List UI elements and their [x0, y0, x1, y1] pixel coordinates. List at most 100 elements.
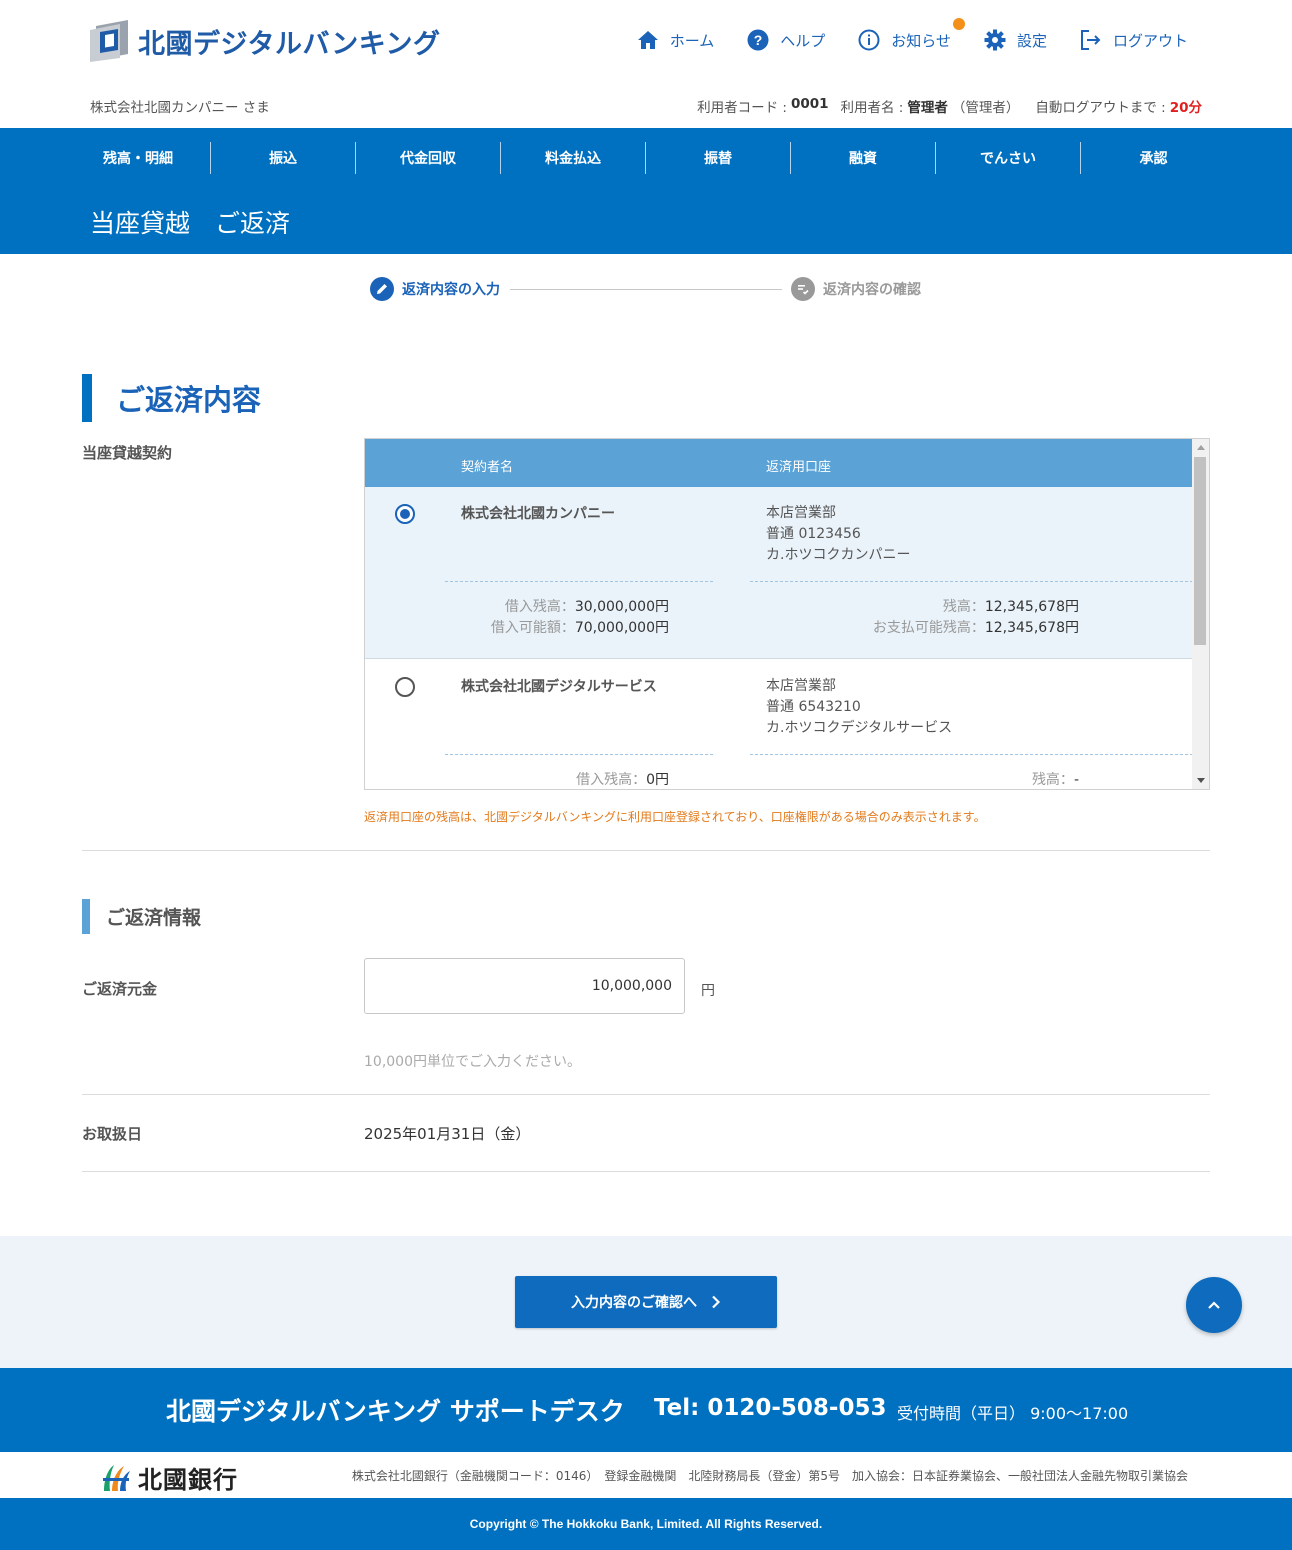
account-holder: カ.ホツコクカンパニー	[766, 547, 911, 563]
menu-loan[interactable]: 融資	[791, 142, 936, 174]
payable-balance: 12,345,678円	[984, 620, 1079, 636]
col-contractor: 契約者名	[461, 460, 514, 475]
loan-balance: 30,000,000円	[574, 599, 669, 615]
back-to-top-button[interactable]	[1186, 1277, 1242, 1333]
nav-settings[interactable]: 設定	[983, 28, 1047, 52]
balance: 12,345,678円	[984, 599, 1079, 615]
menu-collection[interactable]: 代金回収	[356, 142, 501, 174]
date-label: お取扱日	[82, 1125, 143, 1143]
auto-logout-timer: 20分	[1169, 100, 1202, 116]
table-row[interactable]: 株式会社北國デジタルサービス 本店営業部 普通 6543210 カ.ホツコクデジ…	[365, 660, 1193, 789]
principal-label: ご返済元金	[82, 980, 158, 998]
nav-help-label: ヘルプ	[780, 31, 826, 50]
home-icon	[636, 28, 660, 52]
step-confirm: 返済内容の確認	[791, 277, 921, 301]
divider	[750, 581, 1193, 582]
account-number: 普通 0123456	[766, 526, 861, 542]
menu-payment[interactable]: 料金払込	[501, 142, 646, 174]
contract-label: 当座貸越契約	[82, 444, 173, 462]
account-amounts: 残高：-	[1032, 770, 1079, 789]
logout-icon	[1079, 28, 1103, 52]
balance-label: 残高：	[942, 599, 985, 615]
repay-account: 本店営業部 普通 0123456 カ.ホツコクカンパニー	[766, 503, 910, 566]
principal-input[interactable]	[364, 958, 685, 1014]
contractor-name: 株式会社北國カンパニー	[461, 506, 615, 522]
stepper: 返済内容の入力 返済内容の確認	[370, 277, 930, 301]
user-code-label: 利用者コード :	[697, 100, 787, 116]
main-navigation: 残高・明細 振込 代金回収 料金払込 振替 融資 でんさい 承認	[66, 142, 1226, 174]
scroll-down-icon[interactable]	[1197, 778, 1205, 783]
support-tel[interactable]: Tel: 0120-508-053	[654, 1395, 886, 1421]
menu-transfer[interactable]: 振込	[211, 142, 356, 174]
menu-account-transfer[interactable]: 振替	[646, 142, 791, 174]
divider	[82, 850, 1210, 851]
pencil-icon	[370, 277, 394, 301]
divider	[82, 1094, 1210, 1095]
col-repay-account: 返済用口座	[766, 460, 832, 475]
divider	[445, 581, 713, 582]
user-name-label: 利用者名 :	[840, 100, 904, 116]
company-name: 株式会社北國カンパニー さま	[90, 100, 270, 116]
branch: 本店営業部	[766, 505, 836, 521]
user-name: 管理者	[907, 100, 948, 116]
confirm-list-icon	[791, 277, 815, 301]
user-info: 利用者コード : 0001 利用者名 : 管理者 （管理者） 自動ログアウトまで…	[697, 96, 1202, 116]
divider	[445, 754, 713, 755]
contract-radio[interactable]	[395, 504, 415, 524]
user-code: 0001	[790, 96, 829, 112]
action-area: 入力内容のご確認へ	[0, 1236, 1292, 1368]
logo[interactable]: 北國デジタルバンキング	[88, 20, 441, 62]
nav-help[interactable]: ? ヘルプ	[746, 28, 825, 52]
top-navigation: ホーム ? ヘルプ お知らせ 設定 ログアウト	[604, 18, 1188, 52]
confirm-button[interactable]: 入力内容のご確認へ	[515, 1276, 777, 1328]
copyright: Copyright © The Hokkoku Bank, Limited. A…	[0, 1498, 1292, 1550]
menu-approval[interactable]: 承認	[1081, 142, 1226, 174]
header: 北國デジタルバンキング ホーム ? ヘルプ お知らせ 設定 ログアウト 株式会社…	[0, 0, 1292, 128]
table-header: 契約者名 返済用口座	[365, 439, 1193, 487]
bank-info-bar: 北國銀行 株式会社北國銀行（金融機関コード：0146） 登録金融機関 北陸財務局…	[0, 1452, 1292, 1498]
main-band: 残高・明細 振込 代金回収 料金払込 振替 融資 でんさい 承認 当座貸越 ご返…	[0, 128, 1292, 254]
scroll-thumb[interactable]	[1194, 457, 1206, 645]
divider	[82, 1171, 1210, 1172]
account-holder: カ.ホツコクデジタルサービス	[766, 720, 953, 736]
nav-home[interactable]: ホーム	[636, 28, 714, 52]
nav-logout[interactable]: ログアウト	[1079, 28, 1188, 52]
support-desk-bar: 北國デジタルバンキング サポートデスク Tel: 0120-508-053 受付…	[0, 1368, 1292, 1452]
logo-mark-icon	[90, 20, 128, 62]
step-input: 返済内容の入力	[370, 277, 500, 301]
notification-dot	[952, 18, 965, 30]
chevron-up-icon	[1208, 1301, 1220, 1309]
table-row[interactable]: 株式会社北國カンパニー 本店営業部 普通 0123456 カ.ホツコクカンパニー…	[365, 487, 1193, 659]
menu-balance[interactable]: 残高・明細	[66, 142, 211, 174]
principal-hint: 10,000円単位でご入力ください。	[364, 1054, 581, 1070]
user-role: （管理者）	[951, 100, 1020, 116]
heading-bar	[82, 899, 90, 934]
menu-densai[interactable]: でんさい	[936, 142, 1081, 174]
loan-amounts: 借入残高：0円	[576, 770, 669, 789]
payable-label: お支払可能残高：	[872, 620, 985, 636]
page-title: 当座貸越 ご返済	[90, 209, 291, 238]
info-icon	[857, 28, 881, 52]
nav-settings-label: 設定	[1016, 31, 1047, 50]
nav-logout-label: ログアウト	[1112, 31, 1188, 50]
contract-radio[interactable]	[395, 677, 415, 697]
bank-legal-info: 株式会社北國銀行（金融機関コード：0146） 登録金融機関 北陸財務局長（登金）…	[351, 1469, 1188, 1483]
section-heading: ご返済内容	[82, 374, 261, 422]
nav-notice[interactable]: お知らせ	[857, 18, 965, 52]
repay-info-heading: ご返済情報	[82, 899, 201, 934]
account-number: 普通 6543210	[766, 699, 861, 715]
bank-name: 北國銀行	[138, 1466, 238, 1494]
bank-logo-mark-icon	[103, 1464, 130, 1491]
chevron-right-icon	[712, 1295, 721, 1309]
contract-table[interactable]: 契約者名 返済用口座 株式会社北國カンパニー 本店営業部 普通 0123456 …	[364, 438, 1210, 790]
help-icon: ?	[746, 28, 770, 52]
scroll-up-icon[interactable]	[1197, 445, 1205, 450]
gear-icon	[983, 28, 1007, 52]
divider	[750, 754, 1193, 755]
loan-balance-label: 借入残高：	[576, 772, 647, 788]
table-scrollbar[interactable]	[1192, 439, 1209, 789]
step-input-label: 返済内容の入力	[402, 282, 500, 298]
balance-note: 返済用口座の残高は、北國デジタルバンキングに利用口座登録されており、口座権限があ…	[364, 810, 986, 824]
support-title: 北國デジタルバンキング サポートデスク	[166, 1397, 625, 1426]
bank-logo[interactable]: 北國銀行	[100, 1460, 238, 1495]
